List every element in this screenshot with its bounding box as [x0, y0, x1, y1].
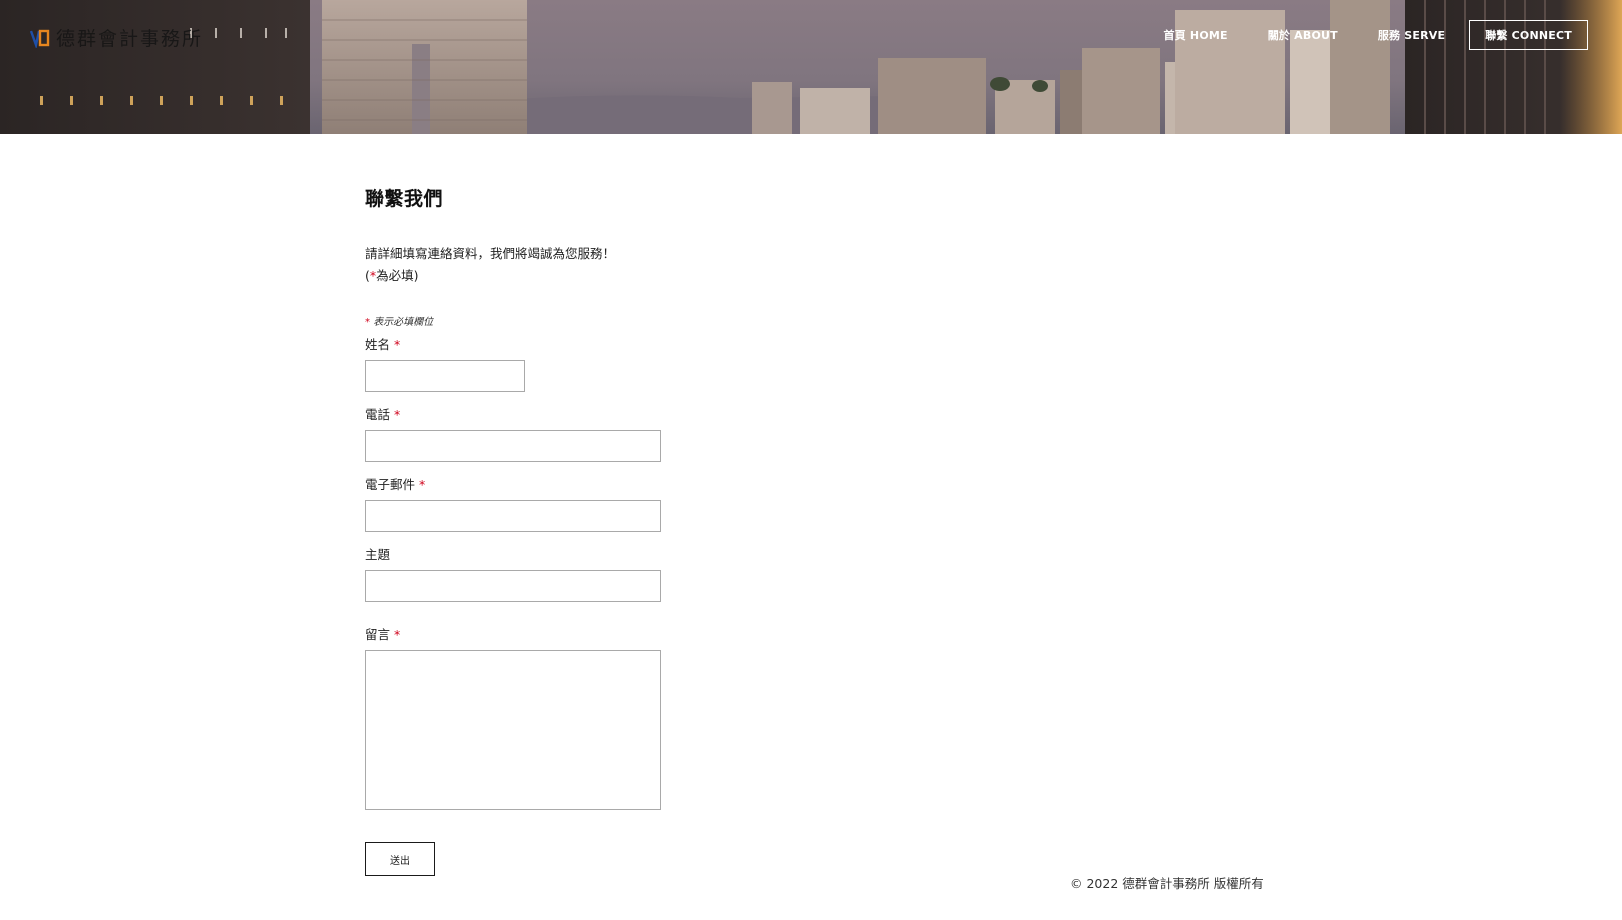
name-label-text: 姓名 — [365, 337, 391, 352]
page-title: 聯繫我們 — [365, 188, 444, 210]
required-star: * — [419, 477, 426, 492]
nav-home[interactable]: 首頁 HOME — [1163, 27, 1227, 43]
logo[interactable]: 德群會計事務所 — [30, 24, 203, 51]
subject-label: 主題 — [365, 547, 391, 562]
email-label-text: 電子郵件 — [365, 477, 416, 492]
contact-section: 聯繫我們 請詳細填寫連絡資料，我們將竭誠為您服務！ (*為必填) * 表示必填欄… — [365, 184, 785, 876]
phone-input[interactable] — [365, 430, 661, 462]
nav-about[interactable]: 關於 ABOUT — [1268, 27, 1338, 43]
logo-text: 德群會計事務所 — [56, 28, 204, 50]
name-field-group: 姓名 * — [365, 334, 785, 392]
nav-serve[interactable]: 服務 SERVE — [1378, 27, 1445, 43]
required-star: * — [394, 627, 401, 642]
phone-label: 電話 * — [365, 404, 785, 423]
intro-text: 請詳細填寫連絡資料，我們將竭誠為您服務！ (*為必填) — [365, 243, 785, 287]
name-input[interactable] — [365, 360, 525, 392]
intro-required-text: 為必填) — [376, 268, 419, 283]
message-label: 留言 * — [365, 624, 785, 643]
message-label-text: 留言 — [365, 627, 391, 642]
phone-field-group: 電話 * — [365, 404, 785, 462]
email-input[interactable] — [365, 500, 661, 532]
main-nav: 首頁 HOME 關於 ABOUT 服務 SERVE 聯繫 CONNECT — [1123, 20, 1588, 50]
required-star: * — [365, 317, 370, 328]
message-textarea[interactable] — [365, 650, 661, 810]
contact-form: 姓名 * 電話 * 電子郵件 * 主題 留言 * 送出 — [365, 334, 785, 876]
submit-button[interactable]: 送出 — [365, 842, 435, 876]
email-field-group: 電子郵件 * — [365, 474, 785, 532]
required-note-text: 表示必填欄位 — [373, 317, 434, 328]
message-field-group: 留言 * — [365, 624, 785, 810]
name-label: 姓名 * — [365, 334, 785, 353]
intro-line-2: (*為必填) — [365, 265, 785, 287]
logo-mark-icon — [30, 29, 50, 48]
required-star: * — [394, 407, 401, 422]
footer-copyright: © 2022 德群會計事務所 版權所有 — [1070, 876, 1264, 891]
required-star: * — [394, 337, 401, 352]
email-label: 電子郵件 * — [365, 474, 785, 493]
phone-label-text: 電話 — [365, 407, 391, 422]
subject-input[interactable] — [365, 570, 661, 602]
required-fields-note: * 表示必填欄位 — [365, 313, 785, 328]
intro-line-1: 請詳細填寫連絡資料，我們將竭誠為您服務！ — [365, 246, 616, 261]
subject-field-group: 主題 — [365, 544, 785, 602]
nav-connect-button[interactable]: 聯繫 CONNECT — [1469, 20, 1588, 50]
header-banner: 德群會計事務所 首頁 HOME 關於 ABOUT 服務 SERVE 聯繫 CON… — [0, 0, 1622, 134]
